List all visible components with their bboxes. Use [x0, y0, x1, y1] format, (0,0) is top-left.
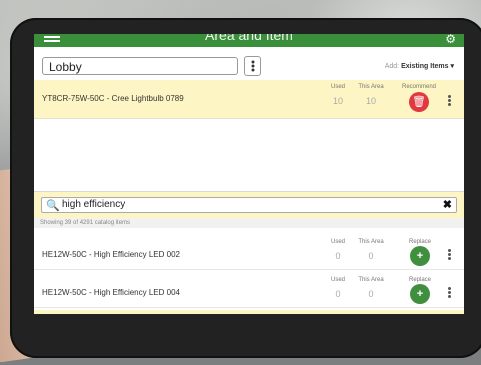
- bottom-strip: [34, 310, 464, 314]
- add-mode-selector[interactable]: Add: Existing Items ▾: [385, 62, 454, 70]
- col-used-header: Used: [330, 84, 345, 90]
- col-this-area-header: This Area: [358, 277, 384, 283]
- add-mode-value: Existing Items ▾: [401, 63, 454, 70]
- col-replace-header: Replace: [408, 239, 431, 245]
- row-more-icon[interactable]: [448, 94, 451, 107]
- item-name: HE12W-50C - High Efficiency LED 002: [42, 250, 180, 259]
- add-item-button[interactable]: +: [410, 284, 430, 304]
- delete-button[interactable]: 🗑: [409, 92, 429, 112]
- row-more-icon[interactable]: [448, 248, 451, 261]
- app-header: Area and Item ⚙: [34, 34, 464, 47]
- item-name: YT8CR-75W-50C - Cree Lightbulb 0789: [42, 94, 184, 103]
- item-name: HE12W-50C - High Efficiency LED 004: [42, 288, 180, 297]
- area-selector-row: Lobby Add: Existing Items ▾: [34, 47, 464, 80]
- catalog-search-bar: 🔍 high efficiency ✖: [34, 191, 464, 218]
- used-value: 0: [335, 289, 341, 299]
- gear-icon[interactable]: ⚙: [445, 34, 456, 46]
- col-this-area-header: This Area: [358, 84, 384, 90]
- col-used-header: Used: [330, 239, 345, 245]
- used-value: 0: [335, 251, 341, 261]
- table-row[interactable]: HE12W-50C - High Efficiency LED 002 Used…: [34, 233, 464, 270]
- page-title: Area and Item: [205, 34, 293, 43]
- empty-list-space: [34, 119, 464, 190]
- col-this-area-header: This Area: [358, 239, 384, 245]
- this-area-value: 10: [365, 96, 376, 106]
- search-icon: 🔍: [46, 200, 60, 212]
- add-item-button[interactable]: +: [410, 246, 430, 266]
- table-row[interactable]: HE12W-50C - High Efficiency LED 004 Used…: [34, 271, 464, 308]
- this-area-value: 0: [368, 289, 374, 299]
- this-area-value: 0: [368, 251, 374, 261]
- search-input[interactable]: 🔍 high efficiency ✖: [41, 197, 457, 213]
- add-label: Add:: [384, 63, 400, 70]
- area-options-button[interactable]: [244, 56, 261, 76]
- search-query: high efficiency: [62, 199, 126, 210]
- area-input[interactable]: Lobby: [42, 57, 238, 75]
- app-screen: Area and Item ⚙ Lobby Add: Existing Item…: [34, 34, 464, 314]
- close-icon[interactable]: ✖: [443, 198, 452, 211]
- used-value: 10: [332, 96, 343, 106]
- col-replace-header: Replace: [408, 277, 431, 283]
- col-used-header: Used: [330, 277, 345, 283]
- row-more-icon[interactable]: [448, 286, 451, 299]
- existing-item-row[interactable]: YT8CR-75W-50C - Cree Lightbulb 0789 Used…: [34, 80, 464, 119]
- results-summary: Showing 39 of 4291 catalog items: [34, 218, 464, 228]
- col-recommend-header: Recommend: [401, 84, 436, 90]
- more-vertical-icon: [251, 60, 254, 73]
- trash-icon: 🗑: [412, 96, 426, 108]
- plus-icon: +: [416, 288, 424, 300]
- plus-icon: +: [416, 250, 424, 262]
